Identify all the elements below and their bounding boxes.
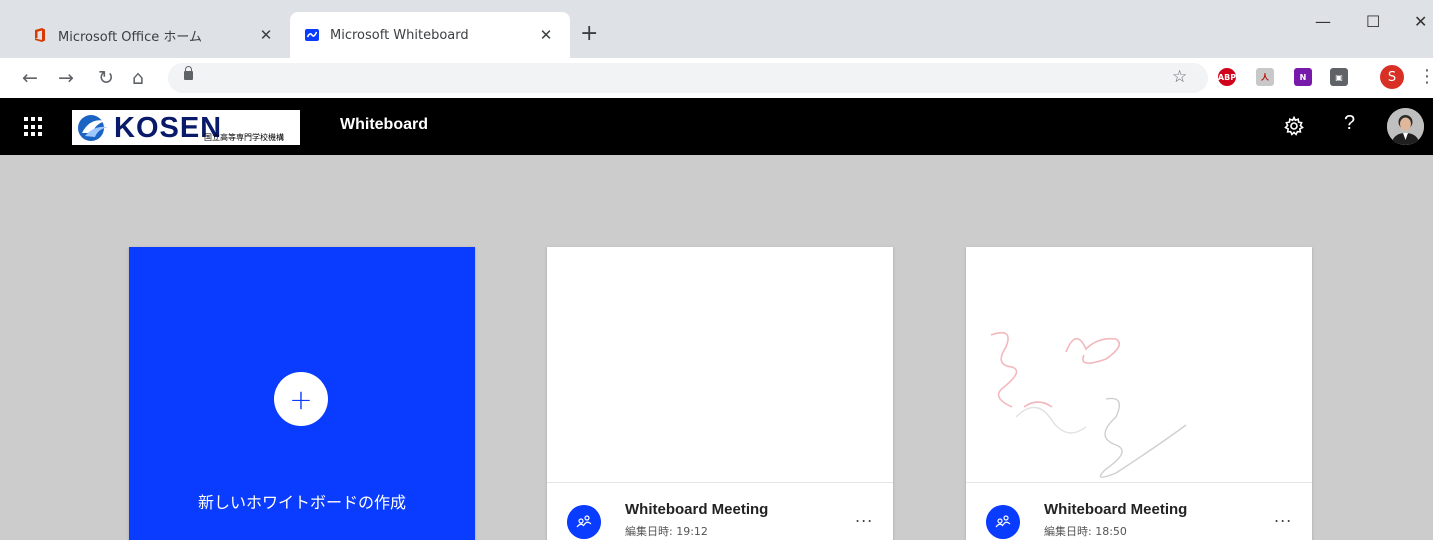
- address-bar[interactable]: ☆: [168, 63, 1208, 93]
- acrobat-icon[interactable]: 人: [1256, 68, 1274, 86]
- tab-title: Microsoft Whiteboard: [330, 27, 469, 43]
- office-icon: [35, 28, 45, 42]
- board-title: Whiteboard Meeting: [1044, 501, 1188, 518]
- lock-icon: [184, 66, 193, 80]
- reload-icon[interactable]: ↻: [98, 66, 114, 90]
- create-whiteboard-label: 新しいホワイトボードの作成: [197, 493, 406, 512]
- browser-menu-icon[interactable]: ⋮: [1418, 66, 1433, 87]
- board-sketch-drawing: [990, 331, 1187, 478]
- new-tab-button[interactable]: +: [580, 22, 598, 46]
- whiteboard-icon: [305, 29, 319, 41]
- profile-avatar[interactable]: S: [1380, 65, 1404, 89]
- logo-subtitle: 国立高等専門学校機構: [204, 133, 284, 142]
- board-edited-time: 編集日時: 18:50: [1044, 525, 1127, 538]
- more-options-icon[interactable]: ...: [1274, 507, 1292, 526]
- more-options-icon[interactable]: ...: [855, 507, 873, 526]
- forward-icon[interactable]: →: [58, 66, 74, 90]
- create-whiteboard-card[interactable]: + 新しいホワイトボードの作成: [129, 247, 475, 540]
- board-title: Whiteboard Meeting: [625, 501, 769, 518]
- browser-tab-strip: Microsoft Office ホーム ✕ Microsoft Whitebo…: [0, 0, 1433, 58]
- meeting-icon: [567, 505, 601, 539]
- app-title[interactable]: Whiteboard: [340, 116, 428, 134]
- plus-icon: +: [274, 372, 328, 426]
- help-icon[interactable]: ?: [1344, 112, 1355, 135]
- kosen-logo[interactable]: KOSEN 国立高等専門学校機構: [72, 110, 300, 145]
- window-close-icon[interactable]: ✕: [1414, 12, 1427, 31]
- tab-office-home[interactable]: Microsoft Office ホーム ✕: [18, 12, 290, 58]
- card-footer: Whiteboard Meeting 編集日時: 19:12 ...: [547, 482, 893, 540]
- kosen-emblem-icon: [78, 114, 108, 141]
- board-thumbnail: [966, 247, 1312, 482]
- board-thumbnail: [547, 247, 893, 482]
- tab-close-icon[interactable]: ✕: [536, 26, 556, 44]
- meeting-icon: [986, 505, 1020, 539]
- board-edited-time: 編集日時: 19:12: [625, 525, 708, 538]
- tab-whiteboard[interactable]: Microsoft Whiteboard ✕: [290, 12, 570, 58]
- app-launcher-icon[interactable]: [24, 117, 44, 137]
- tab-close-icon[interactable]: ✕: [256, 26, 276, 44]
- gear-icon[interactable]: [1284, 116, 1304, 136]
- whiteboard-card[interactable]: Whiteboard Meeting 編集日時: 19:12 ...: [547, 247, 893, 540]
- line-icon[interactable]: ▣: [1330, 68, 1348, 86]
- tab-title: Microsoft Office ホーム: [58, 29, 202, 45]
- card-footer: Whiteboard Meeting 編集日時: 18:50 ...: [966, 482, 1312, 540]
- app-header: KOSEN 国立高等専門学校機構 Whiteboard ?: [0, 98, 1433, 155]
- home-icon[interactable]: ⌂: [132, 66, 144, 90]
- browser-toolbar: ← → ↻ ⌂ ☆ ABP 人 N ▣ S ⋮: [0, 58, 1433, 98]
- user-avatar[interactable]: [1387, 108, 1424, 145]
- maximize-icon[interactable]: ☐: [1366, 12, 1380, 31]
- minimize-icon[interactable]: —: [1315, 12, 1331, 31]
- back-icon[interactable]: ←: [22, 66, 38, 90]
- whiteboard-card[interactable]: Whiteboard Meeting 編集日時: 18:50 ...: [966, 247, 1312, 540]
- user-photo-icon: [1387, 108, 1424, 145]
- bookmark-star-icon[interactable]: ☆: [1172, 67, 1187, 87]
- onenote-icon[interactable]: N: [1294, 68, 1312, 86]
- adblock-plus-icon[interactable]: ABP: [1218, 68, 1236, 86]
